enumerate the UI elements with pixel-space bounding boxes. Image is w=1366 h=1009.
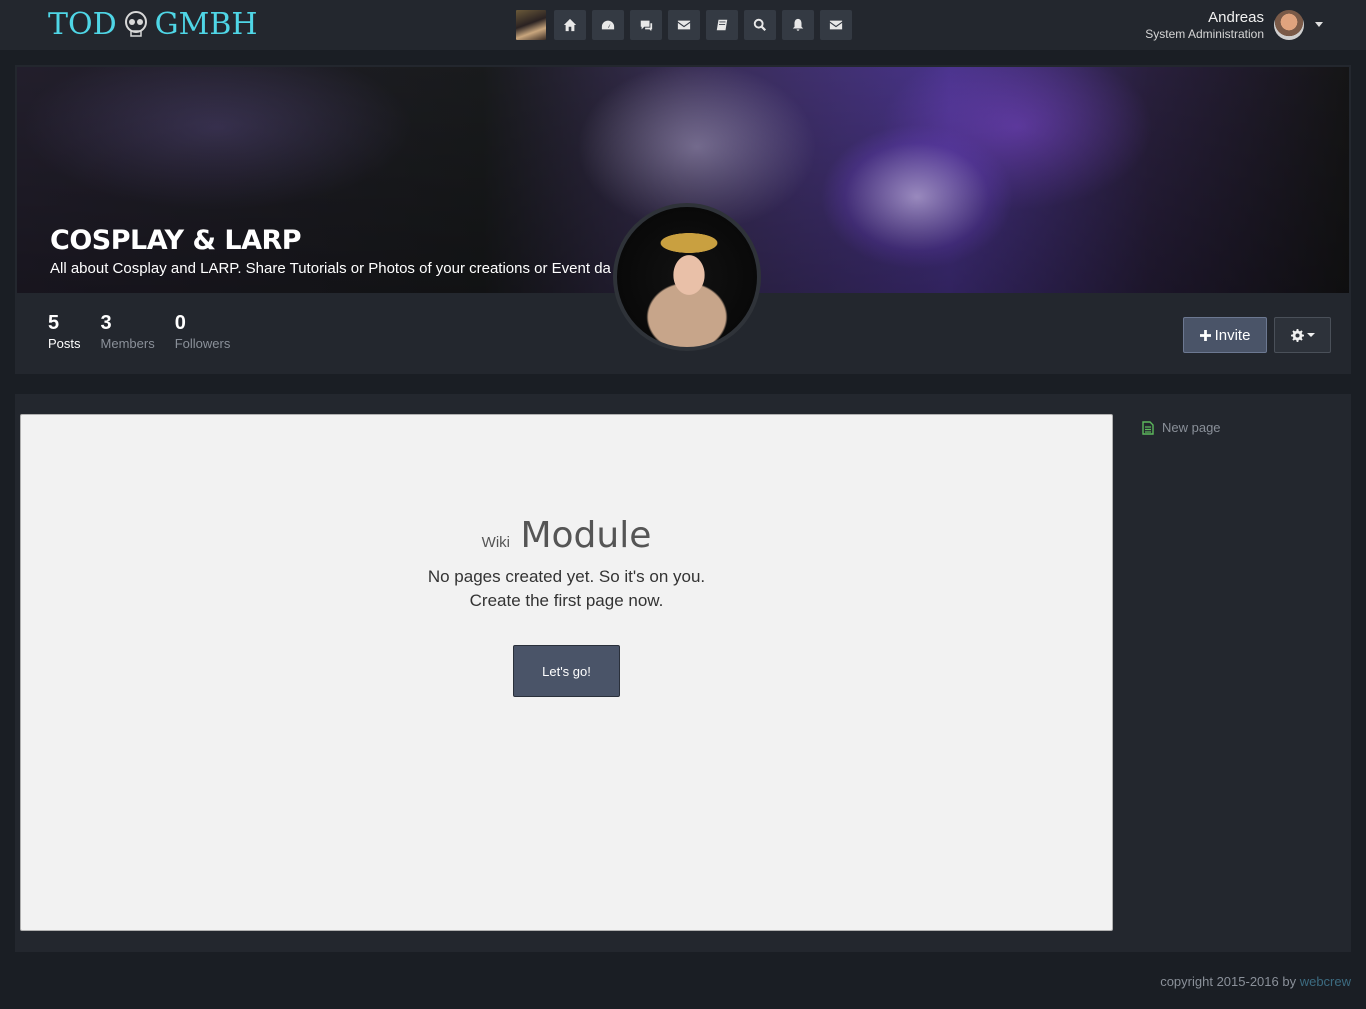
dashboard-icon xyxy=(601,20,615,30)
envelope-icon xyxy=(829,20,843,30)
space-description: All about Cosplay and LARP. Share Tutori… xyxy=(50,260,611,277)
messages-button[interactable] xyxy=(630,10,662,40)
caret-down-icon[interactable] xyxy=(1315,22,1323,27)
user-role: System Administration xyxy=(1145,27,1264,41)
mail-button-2[interactable] xyxy=(820,10,852,40)
wiki-empty-line1: No pages created yet. So it's on you. xyxy=(427,567,706,586)
footer-link[interactable]: webcrew xyxy=(1300,974,1351,989)
user-name: Andreas xyxy=(1208,9,1264,26)
mail-button[interactable] xyxy=(668,10,700,40)
wiki-empty-line2: Create the first page now. xyxy=(469,591,664,610)
top-navigation-bar: TOD GMBH Andreas System Administration xyxy=(0,0,1366,50)
space-thumbnail[interactable] xyxy=(516,10,546,40)
bell-icon xyxy=(792,18,804,31)
space-stats: 5 Posts 3 Members 0 Followers xyxy=(48,312,230,354)
logo-text-right: GMBH xyxy=(154,6,258,42)
search-icon xyxy=(753,18,767,32)
wiki-heading-small: Wiki xyxy=(481,534,510,551)
space-header: COSPLAY & LARP All about Cosplay and LAR… xyxy=(15,65,1351,374)
stat-followers-value: 0 xyxy=(174,312,186,334)
dashboard-button[interactable] xyxy=(592,10,624,40)
logo-text-left: TOD xyxy=(48,6,117,42)
notifications-button[interactable] xyxy=(782,10,814,40)
caret-down-icon xyxy=(1306,333,1315,337)
wiki-heading: Wiki Module xyxy=(21,515,1112,556)
home-button[interactable] xyxy=(554,10,586,40)
new-page-link[interactable]: New page xyxy=(1142,420,1221,435)
wiki-empty-message: No pages created yet. So it's on you. Cr… xyxy=(21,565,1112,613)
stat-posts-label: Posts xyxy=(48,336,81,351)
home-icon xyxy=(563,18,577,32)
stat-followers-label: Followers xyxy=(174,336,231,351)
comments-icon xyxy=(640,20,653,32)
wiki-empty-panel: Wiki Module No pages created yet. So it'… xyxy=(20,414,1113,931)
new-page-label: New page xyxy=(1162,420,1221,435)
space-title: COSPLAY & LARP xyxy=(50,225,302,256)
footer: copyright 2015-2016 by webcrew xyxy=(1160,974,1351,989)
file-text-icon xyxy=(1142,420,1154,435)
envelope-icon xyxy=(677,20,691,30)
space-profile-image[interactable] xyxy=(613,203,761,351)
footer-copyright: copyright 2015-2016 by xyxy=(1160,974,1297,989)
stat-posts[interactable]: 5 Posts xyxy=(48,312,81,354)
stat-members-value: 3 xyxy=(100,312,112,334)
user-menu[interactable]: Andreas System Administration xyxy=(1145,9,1264,42)
stat-posts-value: 5 xyxy=(48,312,60,334)
book-icon xyxy=(716,19,728,31)
main-nav xyxy=(516,10,852,40)
search-button[interactable] xyxy=(744,10,776,40)
skull-icon xyxy=(124,11,147,37)
gear-icon xyxy=(1290,328,1304,342)
stat-members-label: Members xyxy=(100,336,155,351)
wiki-heading-big: Module xyxy=(520,515,652,556)
space-settings-button[interactable] xyxy=(1274,317,1331,353)
directory-button[interactable] xyxy=(706,10,738,40)
invite-button[interactable]: Invite xyxy=(1183,317,1267,353)
content-area: Wiki Module No pages created yet. So it'… xyxy=(15,394,1351,952)
plus-icon xyxy=(1199,329,1211,341)
stat-followers[interactable]: 0 Followers xyxy=(175,312,231,354)
stat-members[interactable]: 3 Members xyxy=(101,312,155,354)
site-logo[interactable]: TOD GMBH xyxy=(48,4,258,44)
invite-label: Invite xyxy=(1214,326,1251,344)
lets-go-button[interactable]: Let's go! xyxy=(513,645,620,697)
user-avatar[interactable] xyxy=(1274,10,1304,40)
